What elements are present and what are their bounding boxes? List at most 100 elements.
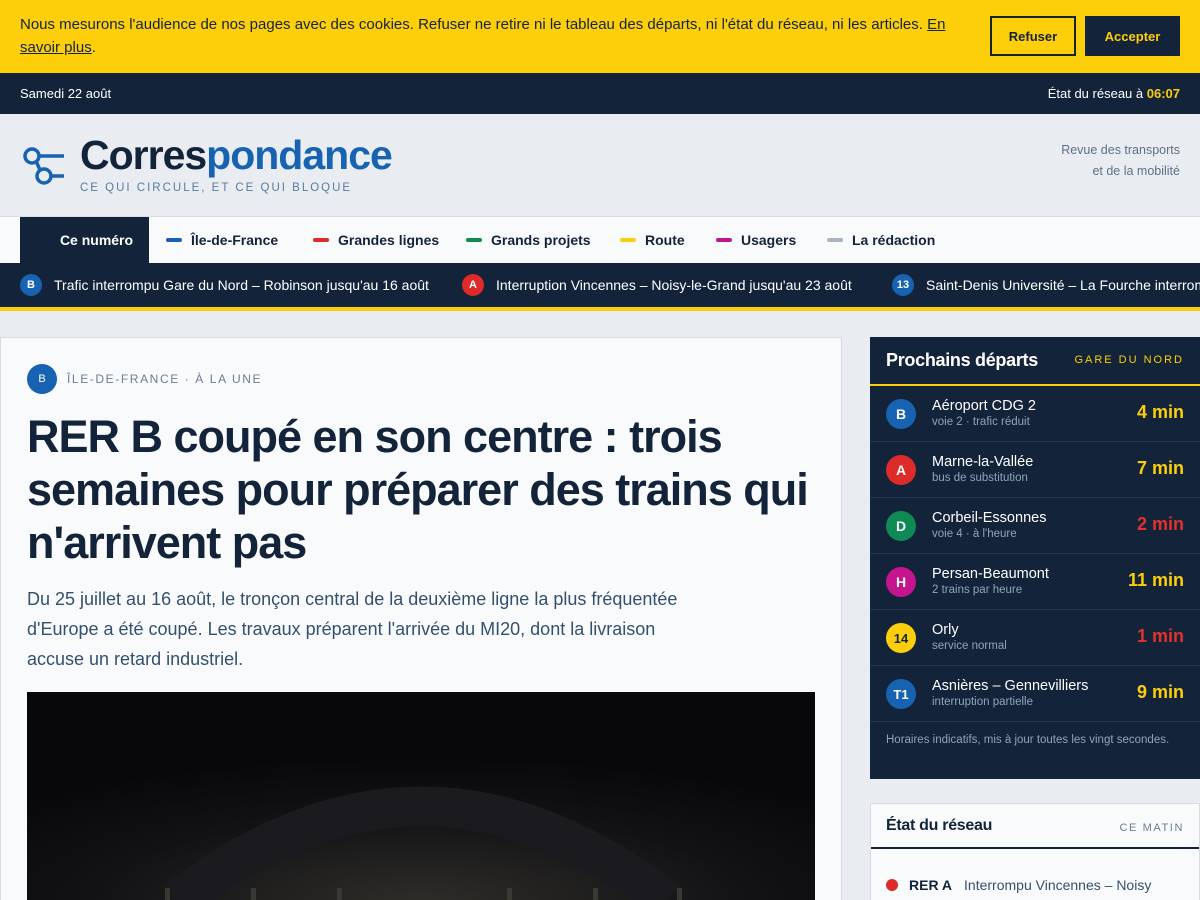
site-subtitle: Revue des transports et de la mobilité (1061, 140, 1180, 182)
network-status-title: État du réseau (886, 817, 993, 834)
current-date: Samedi 22 août (20, 86, 112, 101)
line-badge: D (886, 511, 916, 541)
top-bar: Samedi 22 août État du réseau à 06:07 (0, 73, 1200, 114)
nav-item-label: La rédaction (852, 232, 936, 248)
article-category[interactable]: ÎLE-DE-FRANCE · À LA UNE (67, 372, 262, 386)
site-logo[interactable]: Correspondance (80, 132, 393, 179)
accept-cookies-button[interactable]: Accepter (1085, 16, 1180, 56)
nav-item-label: Grandes lignes (338, 232, 440, 248)
departure-time: 4 min (1136, 402, 1184, 422)
main-nav: Ce numéro Île-de-France Grandes lignes G… (0, 216, 1200, 263)
article-photo[interactable] (27, 692, 815, 900)
network-line-message: Interrompu Vincennes – Noisy (964, 877, 1152, 893)
cookie-message: Nous mesurons l'audience de nos pages av… (20, 16, 946, 56)
departures-board: Prochains départs GARE DU NORD B Aéroport… (870, 337, 1200, 779)
ticker-text: Trafic interrompu Gare du Nord – Robinso… (54, 277, 429, 293)
departure-destination: Marne-la-Vallée (932, 454, 1034, 470)
departure-row[interactable]: H Persan-Beaumont 2 trains par heure 11 min (870, 554, 1200, 610)
cookie-banner: Nous mesurons l'audience de nos pages av… (0, 0, 1200, 73)
category-color-dash (166, 238, 182, 242)
departure-note: 2 trains par heure (932, 584, 1023, 596)
departure-row[interactable]: D Corbeil-Essonnes voie 4 · à l'heure 2 min (870, 498, 1200, 554)
nav-item-label: Route (645, 232, 685, 248)
network-logo-icon[interactable] (22, 144, 66, 188)
status-dot-icon (886, 879, 898, 891)
departure-time: 2 min (1136, 514, 1184, 534)
cookie-text: Nous mesurons l'audience de nos pages av… (20, 16, 923, 33)
category-color-dash (620, 238, 636, 242)
departure-time: 9 min (1136, 682, 1184, 702)
departure-note: interruption partielle (932, 696, 1034, 708)
line-badge-b: B (20, 274, 42, 296)
departures-title: Prochains départs (886, 350, 1038, 370)
network-status-header: État du réseau CE MATIN (871, 804, 1199, 849)
line-badge-13: 13 (892, 274, 914, 296)
network-status-clock: 06:07 (1146, 86, 1180, 101)
article-lede: Du 25 juillet au 16 août, le tronçon cen… (27, 589, 678, 669)
departure-row[interactable]: 14 Orly service normal 1 min (870, 610, 1200, 666)
line-badge: T1 (886, 679, 916, 709)
line-badge: 14 (886, 623, 916, 653)
line-badge: H (886, 567, 916, 597)
nav-item-label: Usagers (741, 232, 797, 248)
article-headline[interactable]: RER B coupé en son centre : trois semain… (27, 410, 827, 569)
departures-station[interactable]: GARE DU NORD (1074, 354, 1184, 366)
network-status-panel: État du réseau CE MATIN RER A Interrompu… (870, 803, 1200, 900)
nav-item-usagers[interactable]: Usagers (716, 217, 796, 263)
nav-item-label: Île-de-France (191, 232, 279, 248)
departure-row[interactable]: A Marne-la-Vallée bus de substitution 7 min (870, 442, 1200, 498)
nav-item-label: Grands projets (491, 232, 591, 248)
departure-time: 11 min (1127, 570, 1184, 590)
network-status-row[interactable]: RER A Interrompu Vincennes – Noisy (886, 877, 1151, 893)
line-badge-b: B (27, 364, 57, 394)
masthead: Correspondance CE QUI CIRCULE, ET CE QUI… (0, 114, 1200, 216)
departure-destination: Persan-Beaumont (932, 566, 1049, 582)
logo-text-part2: pondance (206, 132, 393, 178)
site-subtitle-line2: et de la mobilité (1092, 164, 1180, 178)
departure-destination: Orly (932, 622, 959, 638)
departure-destination: Corbeil-Essonnes (932, 510, 1047, 526)
nav-item-ile-de-france[interactable]: Île-de-France (166, 217, 278, 263)
ticker-text: Saint-Denis Université – La Fourche inte… (926, 277, 1200, 293)
nav-item-label: Ce numéro (59, 232, 134, 248)
network-status-label: État du réseau à (1047, 86, 1144, 101)
tunnel-photo-image (27, 692, 815, 900)
departures-header: Prochains départs GARE DU NORD (870, 337, 1200, 386)
refuse-cookies-button[interactable]: Refuser (990, 16, 1076, 56)
departure-time: 7 min (1136, 458, 1184, 478)
ticker-item[interactable]: 13 Saint-Denis Université – La Fourche i… (892, 274, 1200, 296)
network-line-name: RER A (909, 877, 953, 893)
departures-footnote: Horaires indicatifs, mis à jour toutes l… (886, 734, 1170, 746)
departure-note: bus de substitution (932, 472, 1028, 484)
article-kicker: B ÎLE-DE-FRANCE · À LA UNE (27, 364, 262, 394)
nav-item-grandes-lignes[interactable]: Grandes lignes (313, 217, 439, 263)
ticker-divider (0, 307, 1200, 311)
ticker-item[interactable]: B Trafic interrompu Gare du Nord – Robin… (20, 274, 429, 296)
ticker-text: Interruption Vincennes – Noisy-le-Grand … (496, 277, 852, 293)
departure-note: voie 4 · à l'heure (932, 528, 1017, 540)
nav-item-ce-numero[interactable]: Ce numéro (20, 217, 149, 263)
category-color-dash (313, 238, 329, 242)
departure-row[interactable]: B Aéroport CDG 2 voie 2 · trafic réduit 4 m… (870, 386, 1200, 442)
departure-row[interactable]: T1 Asnières – Gennevilliers interruption p… (870, 666, 1200, 722)
nav-item-la-redaction[interactable]: La rédaction (827, 217, 935, 263)
line-badge: B (886, 399, 916, 429)
departure-destination: Aéroport CDG 2 (932, 398, 1036, 414)
departure-time: 1 min (1136, 626, 1184, 646)
lead-article: B ÎLE-DE-FRANCE · À LA UNE RER B coupé e… (0, 337, 842, 900)
departure-note: voie 2 · trafic réduit (932, 416, 1030, 428)
nav-item-route[interactable]: Route (620, 217, 685, 263)
category-color-dash (466, 238, 482, 242)
site-tagline: CE QUI CIRCULE, ET CE QUI BLOQUE (80, 182, 353, 194)
category-color-dash (716, 238, 732, 242)
line-badge-a: A (462, 274, 484, 296)
network-status-time[interactable]: État du réseau à 06:07 (1048, 86, 1180, 101)
departure-note: service normal (932, 640, 1007, 652)
ticker-item[interactable]: A Interruption Vincennes – Noisy-le-Gran… (462, 274, 852, 296)
traffic-ticker: B Trafic interrompu Gare du Nord – Robin… (0, 263, 1200, 307)
network-status-period: CE MATIN (1119, 822, 1184, 834)
site-subtitle-line1: Revue des transports (1061, 143, 1180, 157)
category-color-dash (827, 238, 843, 242)
line-badge: A (886, 455, 916, 485)
nav-item-grands-projets[interactable]: Grands projets (466, 217, 591, 263)
